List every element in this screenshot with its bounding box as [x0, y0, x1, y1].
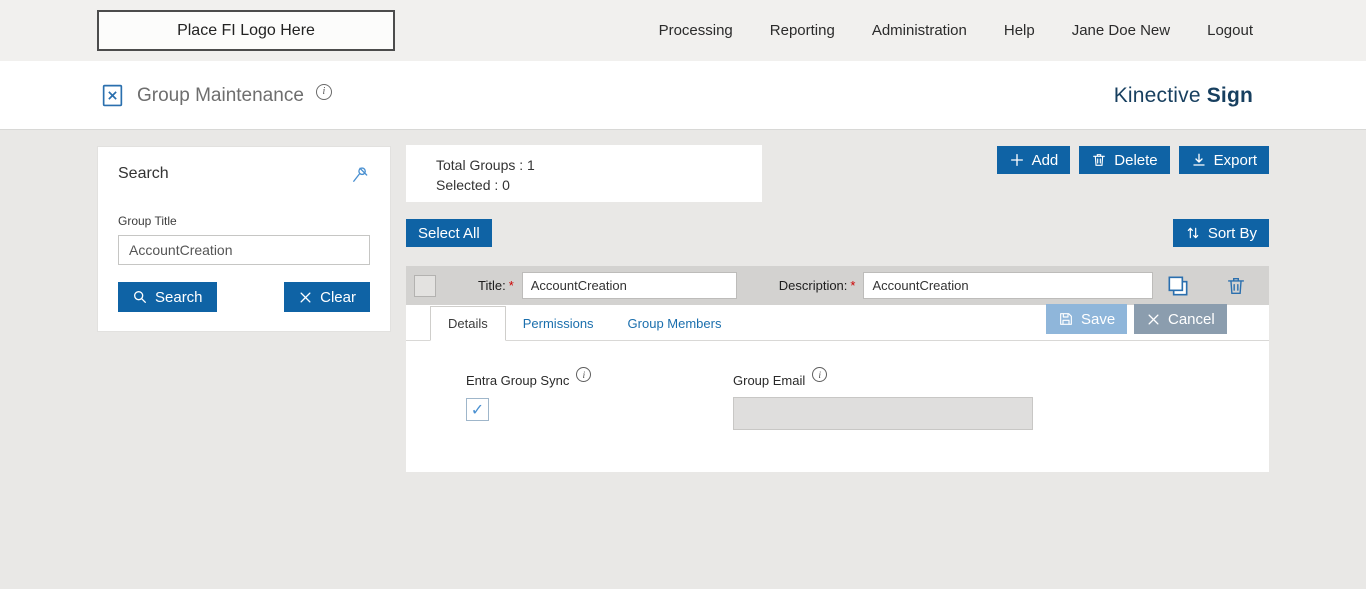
delete-button[interactable]: Delete	[1079, 146, 1169, 174]
row-description-input[interactable]	[863, 272, 1153, 299]
top-nav: Processing Reporting Administration Help…	[659, 0, 1253, 61]
add-button[interactable]: Add	[997, 146, 1071, 174]
top-bar: Place FI Logo Here Processing Reporting …	[0, 0, 1366, 61]
group-row: Title:* Description:*	[406, 266, 1269, 305]
sort-by-button[interactable]: Sort By	[1173, 219, 1269, 247]
nav-administration[interactable]: Administration	[872, 22, 967, 39]
fi-logo-text: Place FI Logo Here	[177, 22, 315, 40]
nav-user-name[interactable]: Jane Doe New	[1072, 22, 1170, 39]
selected-count-text: Selected : 0	[436, 175, 762, 195]
search-button-label: Search	[155, 289, 203, 306]
summary-box: Total Groups : 1 Selected : 0	[406, 145, 762, 202]
copy-icon[interactable]	[1165, 273, 1191, 299]
description-required-marker: *	[850, 278, 855, 293]
check-icon: ✓	[471, 400, 484, 420]
search-button[interactable]: Search	[118, 282, 217, 312]
clear-button[interactable]: Clear	[284, 282, 370, 312]
search-panel: Search Group Title Search Clear	[97, 146, 391, 332]
group-maintenance-page-icon	[100, 83, 125, 108]
nav-reporting[interactable]: Reporting	[770, 22, 835, 39]
page-info-icon[interactable]: i	[316, 84, 332, 100]
clear-button-label: Clear	[320, 289, 356, 306]
total-groups-text: Total Groups : 1	[436, 155, 762, 175]
page: Place FI Logo Here Processing Reporting …	[0, 0, 1366, 589]
tab-permissions[interactable]: Permissions	[506, 307, 611, 340]
toolbar: Add Delete Export	[997, 146, 1269, 174]
tab-details[interactable]: Details	[430, 306, 506, 341]
brand-product: Sign	[1207, 84, 1253, 108]
save-button[interactable]: Save	[1046, 304, 1127, 334]
entra-group-sync-info-icon[interactable]: i	[576, 367, 591, 382]
group-title-input[interactable]	[118, 235, 370, 265]
group-email-info-icon[interactable]: i	[812, 367, 827, 382]
page-header: Group Maintenance i Kinective Sign	[0, 61, 1366, 130]
search-panel-title: Search	[118, 165, 169, 183]
row-checkbox[interactable]	[414, 275, 436, 297]
nav-processing[interactable]: Processing	[659, 22, 733, 39]
pin-icon[interactable]	[350, 165, 370, 190]
select-all-label: Select All	[418, 225, 480, 242]
title-group: Group Maintenance i	[100, 61, 332, 130]
select-all-button[interactable]: Select All	[406, 219, 492, 247]
description-label: Description:*	[779, 278, 856, 293]
fi-logo-placeholder: Place FI Logo Here	[97, 10, 395, 51]
sort-by-label: Sort By	[1208, 225, 1257, 242]
row-title-input[interactable]	[522, 272, 737, 299]
cancel-button-label: Cancel	[1168, 311, 1215, 328]
entra-group-sync-label: Entra Group Sync	[466, 373, 569, 388]
page-title: Group Maintenance	[137, 85, 304, 107]
row-trash-icon[interactable]	[1225, 275, 1247, 297]
delete-button-label: Delete	[1114, 152, 1157, 169]
tab-group-members[interactable]: Group Members	[611, 307, 739, 340]
export-button[interactable]: Export	[1179, 146, 1269, 174]
export-button-label: Export	[1214, 152, 1257, 169]
details-tab-content: Entra Group Sync i ✓ Group Email i	[406, 341, 1269, 430]
group-email-label: Group Email	[733, 373, 805, 388]
cancel-button[interactable]: Cancel	[1134, 304, 1227, 334]
save-button-label: Save	[1081, 311, 1115, 328]
title-label: Title:*	[478, 278, 514, 293]
brand-logo: Kinective Sign	[1114, 61, 1253, 130]
group-email-input	[733, 397, 1033, 430]
entra-group-sync-checkbox[interactable]: ✓	[466, 398, 489, 421]
brand-name: Kinective	[1114, 84, 1201, 108]
nav-help[interactable]: Help	[1004, 22, 1035, 39]
title-required-marker: *	[509, 278, 514, 293]
nav-logout[interactable]: Logout	[1207, 22, 1253, 39]
add-button-label: Add	[1032, 152, 1059, 169]
group-title-label: Group Title	[118, 214, 370, 228]
